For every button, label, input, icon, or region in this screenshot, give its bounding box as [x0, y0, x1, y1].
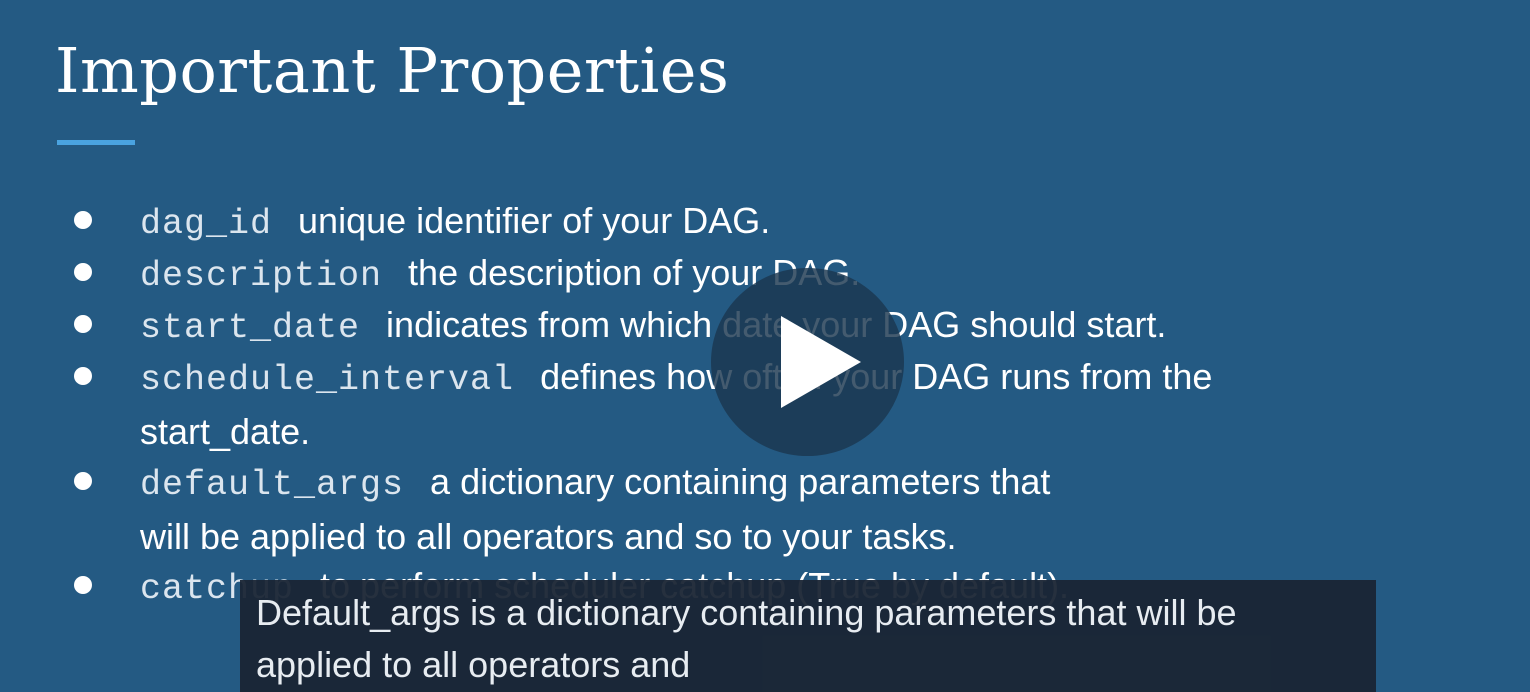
caption-line: applied to all operators and: [256, 644, 691, 685]
bullet-dot: [74, 367, 92, 385]
bullet-dot: [74, 263, 92, 281]
bullet-item: default_args a dictionary containing para…: [74, 456, 1051, 563]
property-description-continued: will be applied to all operators and so …: [140, 516, 957, 557]
bullet-item: dag_id unique identifier of your DAG.: [74, 195, 771, 250]
caption-line: Default_args is a dictionary containing …: [256, 592, 1237, 633]
bullet-dot: [74, 576, 92, 594]
property-name: description: [140, 256, 383, 296]
property-description-continued: start_date.: [140, 411, 311, 452]
property-description: unique identifier of your DAG.: [298, 200, 771, 241]
play-icon: [781, 316, 861, 408]
bullet-dot: [74, 472, 92, 490]
property-description: a dictionary containing parameters that: [430, 461, 1051, 502]
bullet-dot: [74, 315, 92, 333]
play-button[interactable]: [711, 268, 904, 456]
property-name: dag_id: [140, 204, 273, 244]
bullet-item: start_dateindicates from which date your…: [74, 299, 1166, 354]
bullet-item: schedule_intervaldefines how often your …: [74, 351, 1212, 458]
property-name: start_date: [140, 308, 361, 348]
property-name: schedule_interval: [140, 360, 515, 400]
bullet-dot: [74, 211, 92, 229]
subtitle-caption: Default_args is a dictionary containing …: [240, 580, 1376, 692]
property-name: default_args: [140, 465, 405, 505]
